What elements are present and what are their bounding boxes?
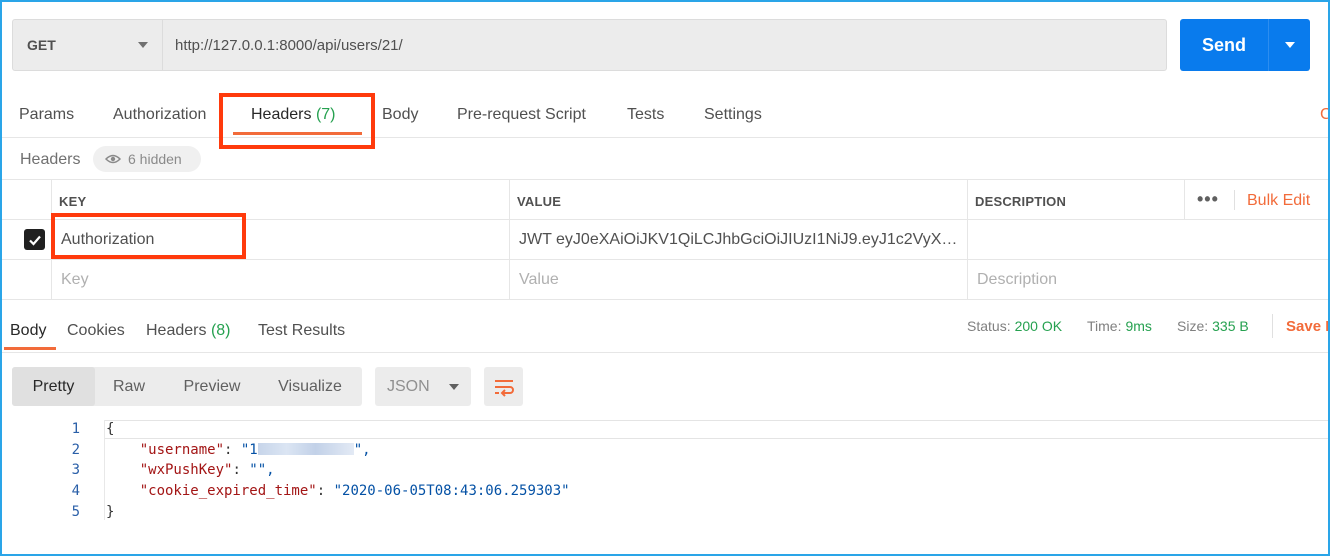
json-key: "wxPushKey"	[139, 462, 233, 478]
table-border-top	[0, 179, 1330, 180]
request-tabs: Params Authorization Headers (7) Body Pr…	[0, 92, 1330, 138]
request-url-bar: GET	[12, 19, 1167, 71]
time-value: 9ms	[1125, 318, 1152, 334]
eye-icon	[105, 154, 121, 164]
headers-section-title: Headers	[20, 151, 81, 168]
status-info: Status: 200 OK	[967, 318, 1062, 334]
view-mode-raw[interactable]: Raw	[99, 367, 159, 406]
column-header-key: KEY	[59, 194, 87, 209]
view-mode-visualize[interactable]: Visualize	[264, 367, 356, 406]
response-active-tab-indicator	[4, 347, 56, 350]
response-tab-test-results[interactable]: Test Results	[258, 322, 345, 340]
hidden-headers-toggle[interactable]: 6 hidden	[93, 146, 201, 172]
send-button[interactable]: Send	[1180, 19, 1310, 71]
json-key: "cookie_expired_time"	[139, 483, 317, 499]
tab-settings[interactable]: Settings	[704, 106, 762, 124]
url-input[interactable]	[163, 20, 1166, 70]
size-value: 335 B	[1212, 318, 1249, 334]
response-tab-cookies[interactable]: Cookies	[67, 322, 125, 340]
gutter-divider	[104, 420, 105, 520]
view-mode-preview[interactable]: Preview	[172, 367, 252, 406]
tab-tests[interactable]: Tests	[627, 106, 664, 124]
redacted-value	[257, 443, 354, 455]
size-info: Size: 335 B	[1177, 318, 1249, 334]
tab-params[interactable]: Params	[19, 106, 74, 124]
size-label: Size:	[1177, 318, 1209, 334]
format-select[interactable]: JSON	[375, 367, 471, 406]
line-number: 2	[71, 442, 80, 458]
code-line-wxpushkey: "wxPushKey": "",	[139, 462, 275, 478]
new-key-input[interactable]: Key	[61, 271, 89, 289]
response-tabs-divider	[0, 352, 1330, 353]
line-number: 5	[71, 504, 80, 520]
method-label: GET	[27, 37, 56, 53]
highlight-box-authorization	[51, 213, 246, 259]
current-line-highlight	[104, 420, 1330, 439]
wrap-lines-button[interactable]	[484, 367, 523, 406]
table-col-divider	[967, 179, 968, 299]
chevron-down-icon	[449, 383, 459, 390]
bulk-edit-button[interactable]: Bulk Edit	[1247, 192, 1310, 210]
send-label: Send	[1201, 34, 1246, 55]
tab-body[interactable]: Body	[382, 106, 418, 124]
code-close-brace: }	[106, 504, 115, 520]
send-options-button[interactable]	[1269, 42, 1310, 48]
json-key: "username"	[139, 442, 225, 458]
view-mode-group: Pretty Raw Preview Visualize	[12, 367, 362, 406]
line-number: 4	[71, 483, 80, 499]
view-mode-pretty[interactable]: Pretty	[12, 367, 95, 406]
column-header-value: VALUE	[517, 194, 562, 209]
status-value: 200 OK	[1014, 318, 1063, 334]
time-info: Time: 9ms	[1087, 318, 1152, 334]
new-description-input[interactable]: Description	[977, 271, 1057, 289]
column-header-description: DESCRIPTION	[975, 194, 1067, 209]
wrap-lines-icon	[494, 379, 514, 397]
chevron-down-icon	[138, 42, 148, 48]
json-value: "2020-06-05T08:43:06.259303"	[333, 483, 570, 499]
code-open-brace: {	[106, 421, 115, 437]
time-label: Time:	[1087, 318, 1122, 334]
format-label: JSON	[387, 377, 430, 395]
status-label: Status:	[967, 318, 1011, 334]
table-col-divider	[1184, 179, 1185, 219]
highlight-box-headers-tab	[219, 93, 375, 149]
method-select[interactable]: GET	[13, 20, 163, 70]
response-tab-headers[interactable]: Headers (8)	[146, 322, 231, 340]
line-number: 1	[71, 421, 80, 437]
tab-pre-request-script[interactable]: Pre-request Script	[457, 106, 586, 124]
response-tab-headers-count: (8)	[210, 322, 231, 339]
hidden-headers-label: 6 hidden	[128, 151, 182, 167]
header-enabled-checkbox[interactable]	[24, 229, 45, 250]
table-col-divider	[509, 179, 510, 299]
save-divider	[1272, 314, 1273, 338]
response-tab-headers-label: Headers	[146, 322, 207, 339]
bulk-edit-divider	[1234, 190, 1235, 210]
line-number: 3	[71, 462, 80, 478]
checkmark-icon	[28, 235, 41, 246]
table-border-bottom	[0, 299, 1330, 300]
code-line-cookie-expired-time: "cookie_expired_time": "2020-06-05T08:43…	[139, 483, 570, 499]
table-border-row	[0, 259, 1330, 260]
json-value-suffix: ",	[353, 442, 371, 458]
json-value-prefix: "1	[240, 442, 258, 458]
response-tab-body[interactable]: Body	[10, 322, 46, 340]
json-value: "",	[249, 462, 275, 478]
new-value-input[interactable]: Value	[519, 271, 559, 289]
save-response-button[interactable]: Save R	[1286, 318, 1330, 335]
code-line-username: "username": "1 ",	[139, 442, 371, 458]
more-options-icon[interactable]: •••	[1197, 189, 1219, 210]
chevron-down-icon	[1284, 42, 1295, 48]
header-value-cell[interactable]: JWT eyJ0eXAiOiJKV1QiLCJhbGciOiJIUzI1NiJ9…	[519, 231, 961, 249]
cookies-link-clipped[interactable]: C	[1320, 106, 1330, 124]
tab-authorization[interactable]: Authorization	[113, 106, 206, 124]
